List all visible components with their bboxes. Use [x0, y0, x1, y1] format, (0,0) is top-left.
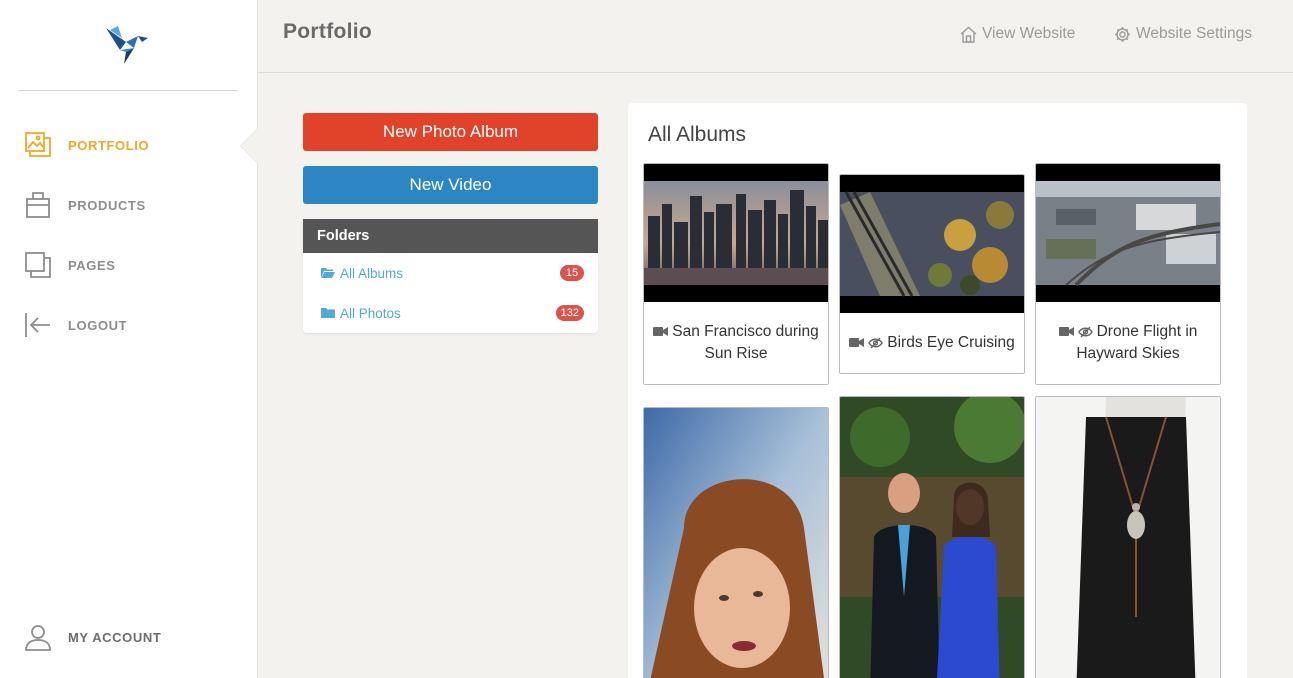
active-indicator-fill [241, 129, 258, 163]
albums-title: All Albums [648, 123, 747, 146]
bird-logo-icon[interactable] [104, 24, 152, 66]
gear-icon [1115, 26, 1130, 42]
album-thumbnail-san-francisco [644, 164, 828, 302]
home-icon [960, 26, 977, 43]
album-card[interactable] [1035, 396, 1221, 678]
folder-icon [321, 308, 335, 318]
video-icon [1058, 327, 1074, 337]
folder-label: All Photos [340, 305, 401, 321]
folders-title: Folders [303, 219, 598, 253]
folder-item-all-albums[interactable]: All Albums 15 [321, 263, 584, 283]
album-card[interactable]: San Francisco during Sun Rise [643, 163, 829, 385]
sidebar: PORTFOLIO PRODUCTS PAGES LOGOUT MY ACCOU… [0, 0, 258, 678]
album-card[interactable]: Drone Flight in Hayward Skies [1035, 163, 1221, 385]
folder-item-all-photos[interactable]: All Photos 132 [321, 303, 584, 323]
video-icon [653, 327, 669, 337]
pages-icon [24, 251, 52, 279]
sidebar-item-logout[interactable]: LOGOUT [24, 308, 127, 342]
album-thumbnail-portrait [644, 408, 828, 678]
album-title: San Francisco during Sun Rise [672, 323, 819, 362]
top-bar: Portfolio View Website Website Settings [258, 0, 1293, 73]
folders-panel: Folders All Albums 15 All Photos 132 [303, 219, 598, 333]
album-title: Birds Eye Cruising [887, 334, 1015, 351]
folder-label: All Albums [340, 265, 404, 281]
folder-open-icon [321, 268, 335, 278]
count-badge: 132 [555, 305, 584, 321]
album-thumbnail-necklace [1036, 397, 1220, 678]
logo-divider [18, 90, 238, 91]
view-website-link[interactable]: View Website [960, 25, 1075, 43]
album-caption: San Francisco during Sun Rise [644, 302, 828, 384]
album-card[interactable] [643, 407, 829, 678]
albums-panel: All Albums San Francisco during Sun Rise… [628, 103, 1247, 678]
hidden-eye-icon [1077, 326, 1093, 338]
sidebar-item-my-account[interactable]: MY ACCOUNT [24, 620, 161, 654]
sidebar-item-label: PRODUCTS [68, 197, 146, 213]
website-settings-label: Website Settings [1136, 25, 1253, 42]
album-card[interactable]: Birds Eye Cruising [839, 174, 1025, 374]
video-icon [849, 338, 865, 348]
sidebar-item-label: LOGOUT [68, 317, 128, 333]
album-caption: Drone Flight in Hayward Skies [1036, 302, 1220, 384]
sidebar-item-label: PAGES [68, 257, 116, 273]
sidebar-item-label: PORTFOLIO [68, 137, 150, 153]
album-thumbnail-birds-eye [840, 175, 1024, 313]
album-card[interactable] [839, 396, 1025, 678]
sidebar-item-portfolio[interactable]: PORTFOLIO [24, 128, 149, 162]
album-title: Drone Flight in Hayward Skies [1076, 323, 1198, 362]
view-website-label: View Website [982, 25, 1076, 42]
logout-icon [24, 311, 52, 339]
user-icon [24, 623, 52, 651]
new-photo-album-button[interactable]: New Photo Album [303, 113, 598, 151]
album-thumbnail-drone-flight [1036, 164, 1220, 302]
album-caption: Birds Eye Cruising [840, 313, 1024, 373]
sidebar-item-label: MY ACCOUNT [68, 629, 162, 645]
count-badge: 15 [560, 265, 584, 281]
album-thumbnail-couple [840, 397, 1024, 678]
sidebar-item-pages[interactable]: PAGES [24, 248, 116, 282]
images-icon [24, 131, 52, 159]
website-settings-link[interactable]: Website Settings [1114, 25, 1252, 43]
bag-icon [24, 191, 52, 219]
hidden-eye-icon [868, 337, 884, 349]
sidebar-item-products[interactable]: PRODUCTS [24, 188, 146, 222]
new-video-button[interactable]: New Video [303, 166, 598, 204]
page-title: Portfolio [283, 20, 373, 43]
